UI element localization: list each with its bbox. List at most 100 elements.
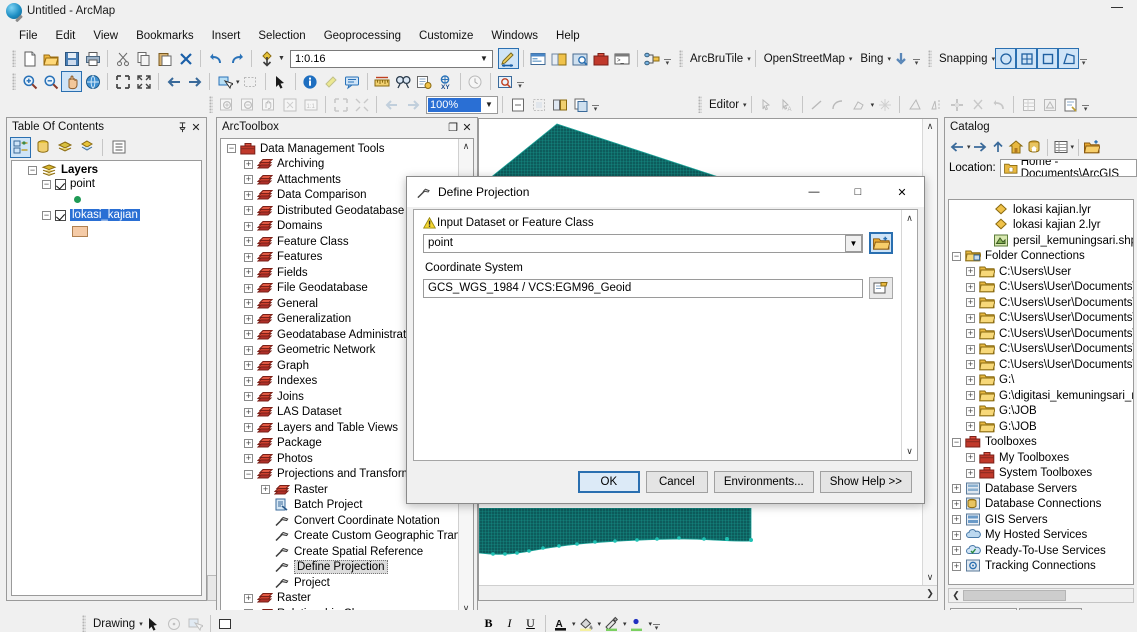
- menu-windows[interactable]: Windows: [482, 28, 547, 44]
- layout-zoom-out-icon[interactable]: [237, 94, 258, 115]
- toc-symbol-point[interactable]: [12, 192, 201, 208]
- toggle-contents-panel-icon[interactable]: [1052, 137, 1070, 158]
- catalog-tree-item[interactable]: + G:\: [949, 373, 1133, 389]
- line-color-icon[interactable]: [601, 613, 622, 632]
- options-icon[interactable]: [108, 137, 129, 158]
- font-color-icon[interactable]: A: [550, 613, 571, 632]
- catalog-tree-item[interactable]: + C:\Users\User\Documents\: [949, 295, 1133, 311]
- close-icon[interactable]: ✕: [460, 120, 474, 134]
- edit-annotation-icon[interactable]: A: [777, 94, 798, 115]
- expander-plus-icon[interactable]: +: [952, 515, 961, 525]
- bold-button[interactable]: B: [478, 613, 499, 632]
- expander-plus-icon[interactable]: +: [244, 206, 253, 216]
- expander-plus-icon[interactable]: +: [952, 530, 961, 540]
- expander-plus-icon[interactable]: +: [952, 484, 961, 494]
- fill-color-icon[interactable]: [576, 613, 597, 632]
- layout-toolbar-overflow[interactable]: ▾: [591, 95, 600, 114]
- cancel-button[interactable]: Cancel: [645, 471, 708, 493]
- catalog-tree-item[interactable]: + Tracking Connections: [949, 559, 1133, 575]
- pin-icon[interactable]: [175, 120, 189, 134]
- toolbar-grip[interactable]: [12, 50, 16, 67]
- catalog-tree-item[interactable]: + System Toolboxes: [949, 466, 1133, 482]
- identify-icon[interactable]: [300, 71, 321, 92]
- catalog-tree-item[interactable]: + C:\Users\User\Documents\: [949, 342, 1133, 358]
- select-features-icon[interactable]: [214, 71, 235, 92]
- expander-plus-icon[interactable]: +: [244, 159, 253, 169]
- scroll-down-arrow-icon[interactable]: ∨: [906, 446, 913, 457]
- html-popup-icon[interactable]: [342, 71, 363, 92]
- catalog-tree-item[interactable]: − Toolboxes: [949, 435, 1133, 451]
- expander-minus-icon[interactable]: −: [244, 469, 253, 479]
- cut-icon[interactable]: [112, 48, 133, 69]
- expander-minus-icon[interactable]: −: [42, 210, 51, 220]
- expander-minus-icon[interactable]: −: [42, 179, 51, 189]
- expander-plus-icon[interactable]: +: [244, 423, 253, 433]
- basemap-toolbar-grip[interactable]: [678, 50, 683, 67]
- vertex-snapping-icon[interactable]: [1016, 48, 1038, 69]
- expander-plus-icon[interactable]: +: [244, 438, 253, 448]
- editor-menu[interactable]: Editor: [705, 98, 742, 112]
- expander-minus-icon[interactable]: −: [952, 437, 961, 447]
- hyperlink-icon[interactable]: [321, 71, 342, 92]
- catalog-tree-item[interactable]: + C:\Users\User\Documents\: [949, 280, 1133, 296]
- arctoolbox-icon[interactable]: [591, 48, 612, 69]
- expander-minus-icon[interactable]: −: [28, 165, 37, 175]
- basemap-toolbar-overflow[interactable]: ▾: [912, 49, 921, 68]
- edge-snapping-icon[interactable]: [1058, 48, 1080, 69]
- expander-plus-icon[interactable]: +: [966, 298, 975, 308]
- pan-icon[interactable]: [61, 71, 82, 92]
- catalog-tree-item[interactable]: − Folder Connections: [949, 249, 1133, 265]
- fixed-zoom-in-icon[interactable]: [330, 94, 351, 115]
- editor-toolbar-overflow[interactable]: ▾: [1081, 95, 1090, 114]
- forward-arrow-icon[interactable]: [971, 137, 989, 158]
- expander-plus-icon[interactable]: +: [966, 391, 975, 401]
- select-elements-icon[interactable]: [143, 613, 164, 632]
- menu-edit[interactable]: Edit: [47, 28, 85, 44]
- go-forward-extent-icon[interactable]: [402, 94, 423, 115]
- catalog-tree-item[interactable]: + GIS Servers: [949, 512, 1133, 528]
- mirror-features-icon[interactable]: [925, 94, 946, 115]
- fixed-zoom-in-icon[interactable]: [112, 71, 133, 92]
- menu-customize[interactable]: Customize: [410, 28, 482, 44]
- scroll-up-arrow-icon[interactable]: ∧: [906, 213, 913, 224]
- scroll-down-arrow-icon[interactable]: ∨: [927, 572, 934, 583]
- undo-edit-icon[interactable]: [988, 94, 1009, 115]
- expander-plus-icon[interactable]: +: [244, 407, 253, 417]
- tools-toolbar-grip[interactable]: [12, 73, 16, 90]
- arc-segment-icon[interactable]: [828, 94, 849, 115]
- create-features-icon[interactable]: [1060, 94, 1081, 115]
- ok-button[interactable]: OK: [577, 471, 640, 493]
- scroll-left-arrow-icon[interactable]: ❮: [949, 590, 963, 601]
- editor-dropdown-icon[interactable]: ▾: [743, 101, 747, 109]
- expander-plus-icon[interactable]: +: [966, 282, 975, 292]
- focus-data-frame-icon[interactable]: [528, 94, 549, 115]
- show-help-button[interactable]: Show Help >>: [819, 471, 912, 493]
- arctoolbox-tree-item[interactable]: + Archiving: [221, 157, 458, 173]
- rotate-icon[interactable]: [904, 94, 925, 115]
- expander-plus-icon[interactable]: +: [244, 314, 253, 324]
- expander-plus-icon[interactable]: +: [244, 593, 253, 603]
- select-by-graphics-icon[interactable]: [185, 613, 206, 632]
- arctoolbox-tree-item[interactable]: + Raster: [221, 591, 458, 607]
- environments-button[interactable]: Environments...: [713, 471, 814, 493]
- toc-tree[interactable]: − Layers − point − lokasi_kajian: [11, 160, 202, 596]
- bing-menu[interactable]: Bing: [856, 52, 886, 66]
- menu-help[interactable]: Help: [547, 28, 589, 44]
- time-slider-icon[interactable]: [465, 71, 486, 92]
- expander-plus-icon[interactable]: +: [244, 283, 253, 293]
- map-scale-combo[interactable]: 1:0.16 ▼: [289, 49, 493, 68]
- arctoolbox-tree-item[interactable]: Project: [221, 575, 458, 591]
- define-projection-dialog[interactable]: Define Projection — □ ✕ Input Dataset or…: [406, 176, 925, 504]
- menu-file[interactable]: File: [10, 28, 47, 44]
- find-route-icon[interactable]: [414, 71, 435, 92]
- expander-plus-icon[interactable]: +: [244, 392, 253, 402]
- chevron-down-icon[interactable]: ▼: [481, 97, 497, 113]
- data-driven-pages-icon[interactable]: [570, 94, 591, 115]
- select-elements-icon[interactable]: [270, 71, 291, 92]
- copy-icon[interactable]: [133, 48, 154, 69]
- scroll-up-arrow-icon[interactable]: ∧: [463, 141, 470, 152]
- straight-segment-icon[interactable]: [807, 94, 828, 115]
- full-extent-icon[interactable]: [82, 71, 103, 92]
- catalog-tree-item[interactable]: + Ready-To-Use Services: [949, 543, 1133, 559]
- home-icon[interactable]: [1007, 137, 1025, 158]
